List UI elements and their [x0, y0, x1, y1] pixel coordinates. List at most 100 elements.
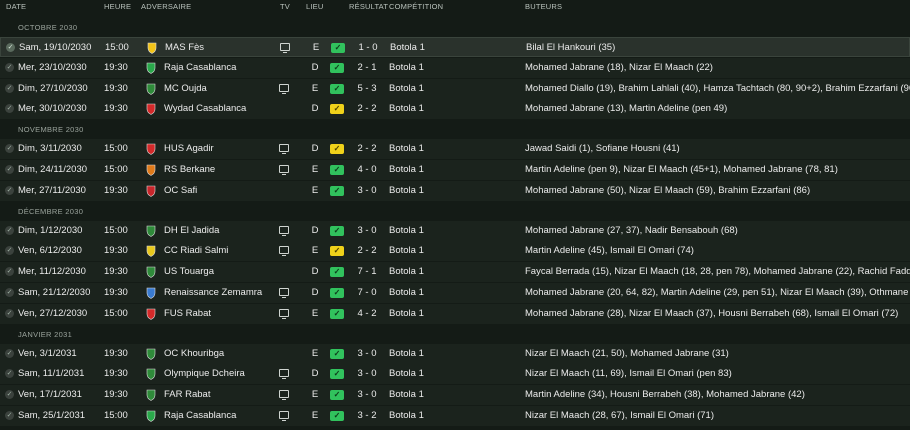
competition-link[interactable]: Botola 1 — [389, 304, 424, 324]
opponent-link[interactable]: FUS Rabat — [164, 304, 211, 324]
match-score[interactable]: 3 - 2 — [352, 406, 382, 426]
competition-link[interactable]: Botola 1 — [389, 283, 424, 303]
renaissance-zemamra-logo[interactable] — [145, 287, 157, 299]
check-icon[interactable]: ✓ — [5, 225, 14, 235]
opponent-link[interactable]: Wydad Casablanca — [164, 99, 246, 119]
competition-link[interactable]: Botola 1 — [389, 99, 424, 119]
fixture-row[interactable]: ✓ Mer, 11/12/2030 19:30 US Touarga D ✓ 7… — [0, 262, 910, 283]
match-score[interactable]: 7 - 0 — [352, 283, 382, 303]
match-score[interactable]: 4 - 2 — [352, 304, 382, 324]
us-touarga-logo[interactable] — [145, 266, 157, 279]
fixture-row[interactable]: ✓ Sam, 11/1/2031 19:30 Olympique Dcheira… — [0, 364, 910, 385]
match-score[interactable]: 1 - 0 — [353, 38, 383, 58]
hus-agadir-logo[interactable] — [145, 143, 157, 156]
match-score[interactable]: 2 - 2 — [352, 99, 382, 119]
match-score[interactable]: 3 - 0 — [352, 181, 382, 201]
opponent-link[interactable]: Olympique Dcheira — [164, 364, 245, 384]
mas-fes-logo[interactable] — [146, 42, 158, 54]
fixture-row[interactable]: ✓ Mer, 23/10/2030 19:30 Raja Casablanca … — [0, 57, 910, 78]
opponent-link[interactable]: CC Riadi Salmi — [164, 241, 228, 261]
match-score[interactable]: 7 - 1 — [352, 262, 382, 282]
mc-oujda-logo[interactable] — [145, 83, 157, 95]
opponent-link[interactable]: HUS Agadir — [164, 139, 214, 159]
check-icon[interactable]: ✓ — [5, 104, 14, 114]
fixture-row[interactable]: ✓ Dim, 24/11/2030 15:00 RS Berkane E ✓ 4… — [0, 159, 910, 180]
competition-link[interactable]: Botola 1 — [389, 160, 424, 180]
competition-link[interactable]: Botola 1 — [389, 58, 424, 78]
check-icon[interactable]: ✓ — [6, 43, 15, 52]
fixture-row[interactable]: ✓ Ven, 27/12/2030 15:00 FUS Rabat E ✓ 4 … — [0, 303, 910, 324]
opponent-link[interactable]: DH El Jadida — [164, 221, 219, 241]
check-icon[interactable]: ✓ — [5, 246, 14, 256]
opponent-link[interactable]: Raja Casablanca — [164, 58, 236, 78]
column-header-opponent[interactable]: ADVERSAIRE — [141, 2, 191, 11]
wydad-logo[interactable] — [145, 103, 157, 116]
match-score[interactable]: 3 - 0 — [352, 385, 382, 405]
column-header-result[interactable]: RÉSULTAT — [349, 2, 388, 11]
check-icon[interactable]: ✓ — [5, 83, 14, 93]
fixture-row[interactable]: ✓ Dim, 1/12/2030 15:00 DH El Jadida D ✓ … — [0, 220, 910, 241]
opponent-link[interactable]: Raja Casablanca — [164, 406, 236, 426]
check-icon[interactable]: ✓ — [5, 287, 14, 297]
match-score[interactable]: 2 - 2 — [352, 139, 382, 159]
competition-link[interactable]: Botola 1 — [390, 38, 425, 58]
fixture-row[interactable]: ✓ Sam, 19/10/2030 15:00 MAS Fès E ✓ 1 - … — [0, 37, 910, 57]
fixture-row[interactable]: ✓ Dim, 27/10/2030 19:30 MC Oujda E ✓ 5 -… — [0, 78, 910, 99]
fixture-row[interactable]: ✓ Ven, 3/1/2031 19:30 OC Khouribga E ✓ 3… — [0, 343, 910, 364]
opponent-link[interactable]: MAS Fès — [165, 38, 204, 58]
check-icon[interactable]: ✓ — [5, 390, 14, 400]
opponent-link[interactable]: Renaissance Zemamra — [164, 283, 262, 303]
opponent-link[interactable]: US Touarga — [164, 262, 214, 282]
column-header-competition[interactable]: COMPÉTITION — [389, 2, 443, 11]
competition-link[interactable]: Botola 1 — [389, 79, 424, 99]
raja-logo[interactable] — [145, 62, 157, 74]
fixture-row[interactable]: ✓ Mer, 30/10/2030 19:30 Wydad Casablanca… — [0, 99, 910, 120]
competition-link[interactable]: Botola 1 — [389, 364, 424, 384]
match-score[interactable]: 3 - 0 — [352, 364, 382, 384]
check-icon[interactable]: ✓ — [5, 369, 14, 379]
column-header-date[interactable]: DATE — [6, 2, 26, 11]
opponent-link[interactable]: OC Safi — [164, 181, 197, 201]
far-rabat-logo[interactable] — [145, 389, 157, 401]
check-icon[interactable]: ✓ — [5, 62, 14, 72]
oc-khouribga-logo[interactable] — [145, 348, 157, 360]
check-icon[interactable]: ✓ — [5, 348, 14, 358]
fixture-row[interactable]: ✓ Ven, 17/1/2031 19:30 FAR Rabat E ✓ 3 -… — [0, 385, 910, 406]
match-score[interactable]: 3 - 0 — [352, 344, 382, 364]
check-icon[interactable]: ✓ — [5, 308, 14, 318]
opponent-link[interactable]: MC Oujda — [164, 79, 207, 99]
competition-link[interactable]: Botola 1 — [389, 262, 424, 282]
dh-el-jadida-logo[interactable] — [145, 225, 157, 237]
opponent-link[interactable]: FAR Rabat — [164, 385, 210, 405]
olympique-dcheira-logo[interactable] — [145, 368, 157, 381]
match-score[interactable]: 4 - 0 — [352, 160, 382, 180]
rs-berkane-logo[interactable] — [145, 164, 157, 176]
raja-logo[interactable] — [145, 410, 157, 422]
column-header-venue[interactable]: LIEU — [306, 2, 323, 11]
match-score[interactable]: 3 - 0 — [352, 221, 382, 241]
cc-riadi-salmi-logo[interactable] — [145, 245, 157, 258]
fixture-row[interactable]: ✓ Mer, 27/11/2030 19:30 OC Safi E ✓ 3 - … — [0, 180, 910, 201]
check-icon[interactable]: ✓ — [5, 185, 14, 195]
check-icon[interactable]: ✓ — [5, 267, 14, 277]
competition-link[interactable]: Botola 1 — [389, 344, 424, 364]
check-icon[interactable]: ✓ — [5, 164, 14, 174]
match-score[interactable]: 2 - 2 — [352, 241, 382, 261]
column-header-time[interactable]: HEURE — [104, 2, 131, 11]
fixture-row[interactable]: ✓ Ven, 6/12/2030 19:30 CC Riadi Salmi E … — [0, 241, 910, 262]
check-icon[interactable]: ✓ — [5, 144, 14, 154]
fixture-row[interactable]: ✓ Sam, 21/12/2030 19:30 Renaissance Zema… — [0, 282, 910, 303]
match-score[interactable]: 2 - 1 — [352, 58, 382, 78]
competition-link[interactable]: Botola 1 — [389, 385, 424, 405]
oc-safi-logo[interactable] — [145, 185, 157, 197]
opponent-link[interactable]: RS Berkane — [164, 160, 215, 180]
check-icon[interactable]: ✓ — [5, 410, 14, 420]
column-header-tv[interactable]: TV — [280, 2, 290, 11]
competition-link[interactable]: Botola 1 — [389, 241, 424, 261]
competition-link[interactable]: Botola 1 — [389, 221, 424, 241]
competition-link[interactable]: Botola 1 — [389, 139, 424, 159]
match-score[interactable]: 5 - 3 — [352, 79, 382, 99]
fus-rabat-logo[interactable] — [145, 308, 157, 320]
column-header-scorers[interactable]: BUTEURS — [525, 2, 562, 11]
competition-link[interactable]: Botola 1 — [389, 406, 424, 426]
